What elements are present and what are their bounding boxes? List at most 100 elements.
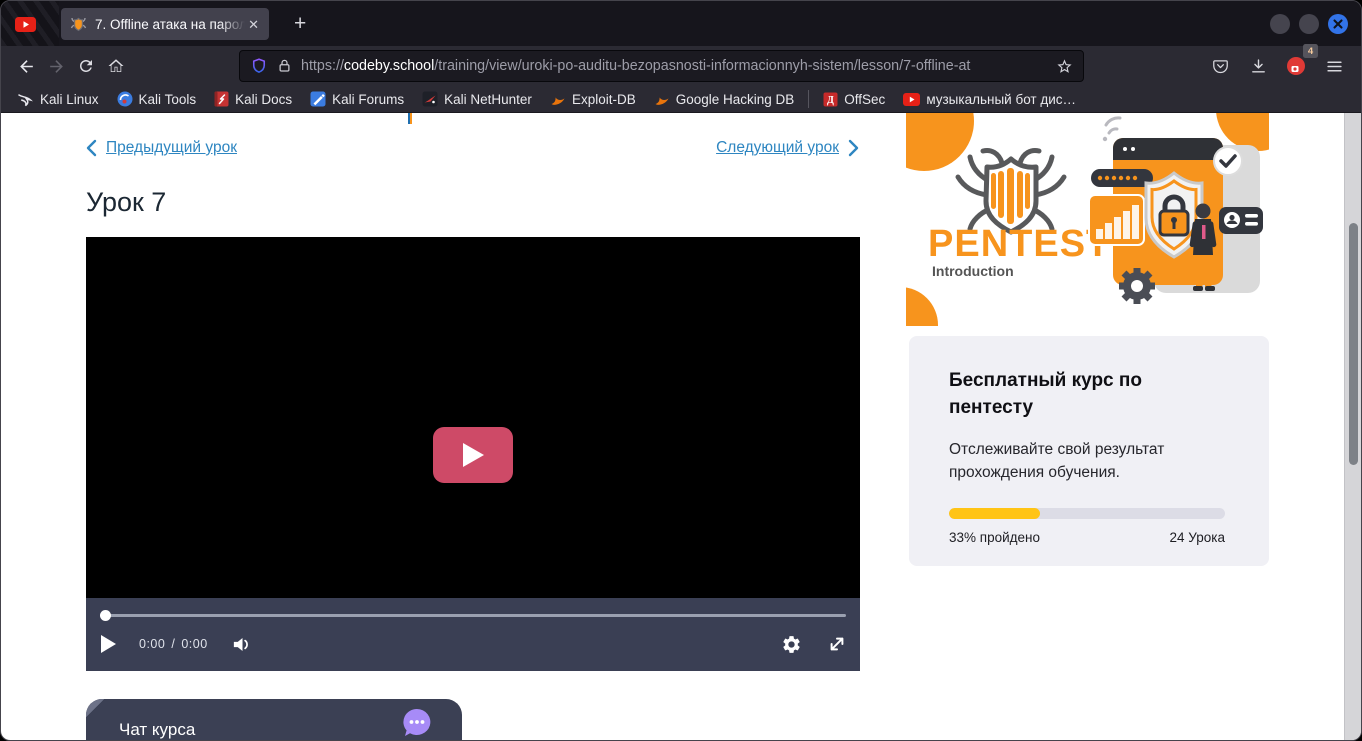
play-button[interactable] bbox=[100, 634, 117, 654]
youtube-icon bbox=[903, 93, 920, 106]
clipped-logo-fragment bbox=[408, 113, 412, 124]
close-icon bbox=[1333, 19, 1343, 29]
course-chat-widget[interactable]: Чат курса bbox=[86, 699, 462, 740]
kali-nethunter-icon bbox=[422, 91, 438, 107]
new-tab-button[interactable]: + bbox=[288, 11, 312, 36]
page-scrollbar[interactable] bbox=[1344, 113, 1361, 740]
pocket-icon bbox=[1212, 58, 1229, 75]
kali-dragon-icon bbox=[18, 92, 34, 107]
bookmarks-bar: Kali Linux Kali Tools Kali Docs Kali For… bbox=[1, 86, 1361, 113]
video-player: 0:00 / 0:00 bbox=[86, 237, 860, 671]
back-button[interactable] bbox=[11, 51, 41, 81]
bookmark-music-bot[interactable]: музыкальный бот дис… bbox=[894, 88, 1085, 110]
minimize-button[interactable] bbox=[1270, 14, 1290, 34]
window-controls bbox=[1270, 14, 1348, 34]
progress-percent-label: 33% пройдено bbox=[949, 530, 1040, 545]
bookmark-kali-nethunter[interactable]: Kali NetHunter bbox=[413, 88, 541, 110]
navigation-toolbar: https://codeby.school/training/view/urok… bbox=[1, 46, 1361, 86]
home-button[interactable] bbox=[101, 51, 131, 81]
tab-bar: 7. Offline атака на пароли ✕ + bbox=[1, 1, 1361, 46]
gear-illustration bbox=[1119, 268, 1155, 304]
bookmark-label: Kali Docs bbox=[235, 92, 292, 107]
svg-text:Д: Д bbox=[827, 95, 834, 106]
bookmark-kali-linux[interactable]: Kali Linux bbox=[9, 88, 108, 110]
bookmark-kali-docs[interactable]: Kali Docs bbox=[205, 88, 301, 110]
chevron-right-icon bbox=[848, 139, 859, 157]
previous-lesson-label: Предыдущий урок bbox=[106, 139, 237, 157]
course-banner-illustration: PENTEST Introduction bbox=[906, 113, 1269, 326]
reload-icon bbox=[77, 57, 95, 75]
url-protocol: https:// bbox=[301, 58, 344, 74]
maximize-button[interactable] bbox=[1299, 14, 1319, 34]
lessons-count-label: 24 Урока bbox=[1170, 530, 1225, 545]
page-title: Урок 7 bbox=[86, 187, 166, 218]
toolbar-right-icons: 4 bbox=[1205, 51, 1349, 81]
brand-subtitle: Introduction bbox=[932, 263, 1014, 279]
tab-close-icon[interactable]: ✕ bbox=[245, 15, 262, 34]
seek-bar[interactable] bbox=[100, 598, 846, 624]
downloads-button[interactable] bbox=[1243, 51, 1273, 81]
extension-button[interactable]: 4 bbox=[1281, 51, 1311, 81]
bookmark-label: OffSec bbox=[844, 92, 885, 107]
progress-bar-fill bbox=[949, 508, 1040, 519]
fullscreen-button[interactable] bbox=[828, 635, 846, 653]
lesson-navigation: Предыдущий урок Следующий урок bbox=[86, 139, 859, 157]
bookmark-label: музыкальный бот дис… bbox=[926, 92, 1076, 107]
video-screen[interactable] bbox=[86, 237, 860, 598]
codeby-favicon-icon bbox=[70, 16, 87, 33]
time-separator: / bbox=[171, 637, 175, 651]
tab-active[interactable]: 7. Offline атака на пароли ✕ bbox=[61, 8, 269, 40]
bookmarks-separator bbox=[808, 90, 809, 108]
settings-gear-button[interactable] bbox=[781, 634, 802, 655]
course-progress-card: Бесплатный курс по пентесту Отслеживайте… bbox=[909, 336, 1269, 566]
volume-button[interactable] bbox=[232, 635, 253, 654]
url-text: https://codeby.school/training/view/urok… bbox=[301, 58, 1056, 74]
bookmark-label: Exploit-DB bbox=[572, 92, 636, 107]
pocket-button[interactable] bbox=[1205, 51, 1235, 81]
hamburger-menu-icon bbox=[1326, 58, 1343, 75]
tracking-protection-shield-icon[interactable] bbox=[250, 57, 268, 75]
extension-badge: 4 bbox=[1303, 44, 1318, 58]
page-content: Предыдущий урок Следующий урок Урок 7 bbox=[1, 113, 1361, 740]
kali-tools-icon bbox=[117, 91, 133, 107]
previous-lesson-link[interactable]: Предыдущий урок bbox=[86, 139, 237, 157]
forward-arrow-icon bbox=[47, 57, 66, 76]
play-icon bbox=[460, 441, 486, 469]
kali-docs-icon bbox=[214, 91, 229, 107]
bookmark-kali-forums[interactable]: Kali Forums bbox=[301, 88, 413, 110]
seek-handle[interactable] bbox=[100, 610, 111, 621]
bookmark-google-hacking-db[interactable]: Google Hacking DB bbox=[645, 88, 804, 110]
menu-button[interactable] bbox=[1319, 51, 1349, 81]
pinned-tab-youtube[interactable] bbox=[12, 14, 38, 34]
chat-bubble-icon bbox=[400, 706, 434, 740]
bookmark-exploit-db[interactable]: Exploit-DB bbox=[541, 88, 645, 110]
bookmark-offsec[interactable]: Д OffSec bbox=[814, 88, 894, 110]
chevron-left-icon bbox=[86, 139, 97, 157]
big-play-button[interactable] bbox=[433, 427, 513, 483]
current-time: 0:00 bbox=[139, 637, 165, 651]
browser-window: 7. Offline атака на пароли ✕ + bbox=[0, 0, 1362, 741]
download-icon bbox=[1250, 58, 1267, 75]
ghdb-bird-icon bbox=[654, 92, 670, 107]
lock-icon[interactable] bbox=[277, 58, 292, 74]
extension-icon bbox=[1286, 56, 1306, 76]
seek-track[interactable] bbox=[100, 614, 846, 617]
bookmark-label: Google Hacking DB bbox=[676, 92, 795, 107]
scrollbar-thumb[interactable] bbox=[1349, 223, 1358, 465]
bookmark-kali-tools[interactable]: Kali Tools bbox=[108, 88, 206, 110]
back-arrow-icon bbox=[17, 57, 36, 76]
bookmark-label: Kali Linux bbox=[40, 92, 99, 107]
progress-bar bbox=[949, 508, 1225, 519]
exploitdb-bird-icon bbox=[550, 92, 566, 107]
reload-button[interactable] bbox=[71, 51, 101, 81]
video-controls: 0:00 / 0:00 bbox=[86, 598, 860, 671]
url-bar[interactable]: https://codeby.school/training/view/urok… bbox=[239, 50, 1084, 82]
bookmark-label: Kali Forums bbox=[332, 92, 404, 107]
course-card-title: Бесплатный курс по пентесту bbox=[949, 368, 1225, 421]
bookmark-star-icon[interactable] bbox=[1056, 58, 1073, 75]
url-path: /training/view/uroki-po-auditu-bezopasno… bbox=[434, 58, 970, 74]
next-lesson-link[interactable]: Следующий урок bbox=[716, 139, 859, 157]
duration: 0:00 bbox=[181, 637, 207, 651]
forward-button[interactable] bbox=[41, 51, 71, 81]
close-button[interactable] bbox=[1328, 14, 1348, 34]
